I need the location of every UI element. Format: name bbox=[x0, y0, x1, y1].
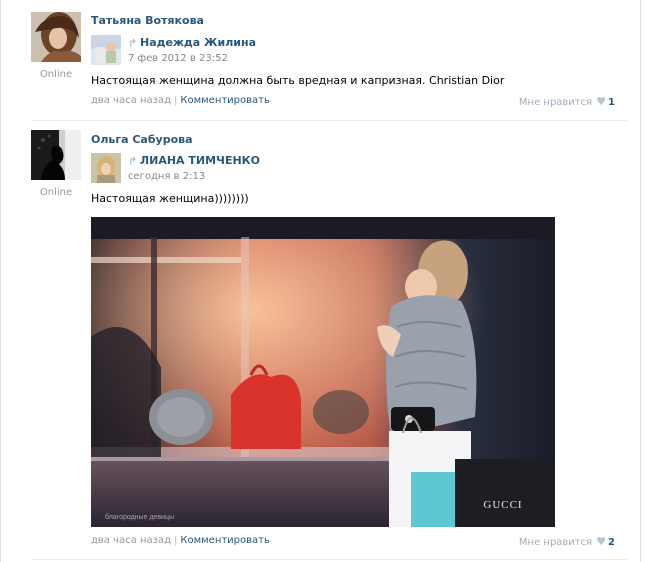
post-footer: два часа назад | Комментировать Мне нравит… bbox=[91, 535, 615, 549]
like-label: Мне нравится bbox=[518, 97, 593, 108]
like-label: Мне нравится bbox=[518, 537, 593, 548]
repost-author-name[interactable]: ЛИАНА ТИМЧЕНКО bbox=[140, 154, 260, 167]
bag-brand-text: GUCCI bbox=[483, 499, 522, 511]
repost-source: ↱ Надежда Жилина 7 фев 2012 в 23:52 bbox=[91, 35, 491, 69]
repost-source: ↱ ЛИАНА ТИМЧЕНКО сегодня в 2:13 bbox=[91, 153, 491, 187]
like-count: 2 bbox=[608, 537, 615, 548]
heart-icon: ♥ bbox=[596, 95, 607, 108]
repost-date[interactable]: сегодня в 2:13 bbox=[128, 171, 205, 182]
heart-icon: ♥ bbox=[596, 535, 607, 548]
post-text: Настоящая женщина должна быть вредная и … bbox=[91, 74, 505, 87]
online-status: Online bbox=[39, 187, 73, 198]
frame-border-right bbox=[640, 0, 641, 562]
footer-separator: | bbox=[173, 535, 178, 546]
online-status: Online bbox=[39, 69, 73, 80]
wall-post: Online Ольга Сабурова ↱ ЛИАНА ТИМЧЕНКО с… bbox=[0, 121, 640, 562]
repost-avatar[interactable] bbox=[91, 153, 121, 183]
avatar[interactable] bbox=[31, 12, 81, 62]
comment-link[interactable]: Комментировать bbox=[180, 95, 270, 106]
post-time[interactable]: два часа назад bbox=[91, 535, 171, 546]
post-footer: два часа назад | Комментировать Мне нравит… bbox=[91, 95, 615, 109]
like-button[interactable]: Мне нравится ♥ 2 bbox=[519, 535, 615, 548]
comment-link[interactable]: Комментировать bbox=[180, 535, 270, 546]
repost-avatar[interactable] bbox=[91, 35, 121, 65]
repost-arrow-icon: ↱ bbox=[128, 37, 138, 50]
photo-watermark: благородные девицы bbox=[105, 513, 174, 521]
repost-author-name[interactable]: Надежда Жилина bbox=[140, 36, 256, 49]
post-divider bbox=[31, 559, 627, 560]
like-button[interactable]: Мне нравится ♥ 1 bbox=[519, 95, 615, 108]
wall-post: Online Татьяна Вотякова ↱ Надежда Жилина… bbox=[0, 0, 640, 121]
repost-date[interactable]: 7 фев 2012 в 23:52 bbox=[128, 53, 228, 64]
like-count: 1 bbox=[608, 97, 615, 108]
footer-separator: | bbox=[173, 95, 178, 106]
post-time[interactable]: два часа назад bbox=[91, 95, 171, 106]
post-text: Настоящая женщина)))))))) bbox=[91, 192, 249, 205]
avatar[interactable] bbox=[31, 130, 81, 180]
repost-arrow-icon: ↱ bbox=[128, 155, 138, 168]
post-photo[interactable]: GUCCI благородные девицы bbox=[91, 217, 555, 527]
author-name[interactable]: Ольга Сабурова bbox=[91, 133, 193, 146]
author-name[interactable]: Татьяна Вотякова bbox=[91, 14, 204, 27]
